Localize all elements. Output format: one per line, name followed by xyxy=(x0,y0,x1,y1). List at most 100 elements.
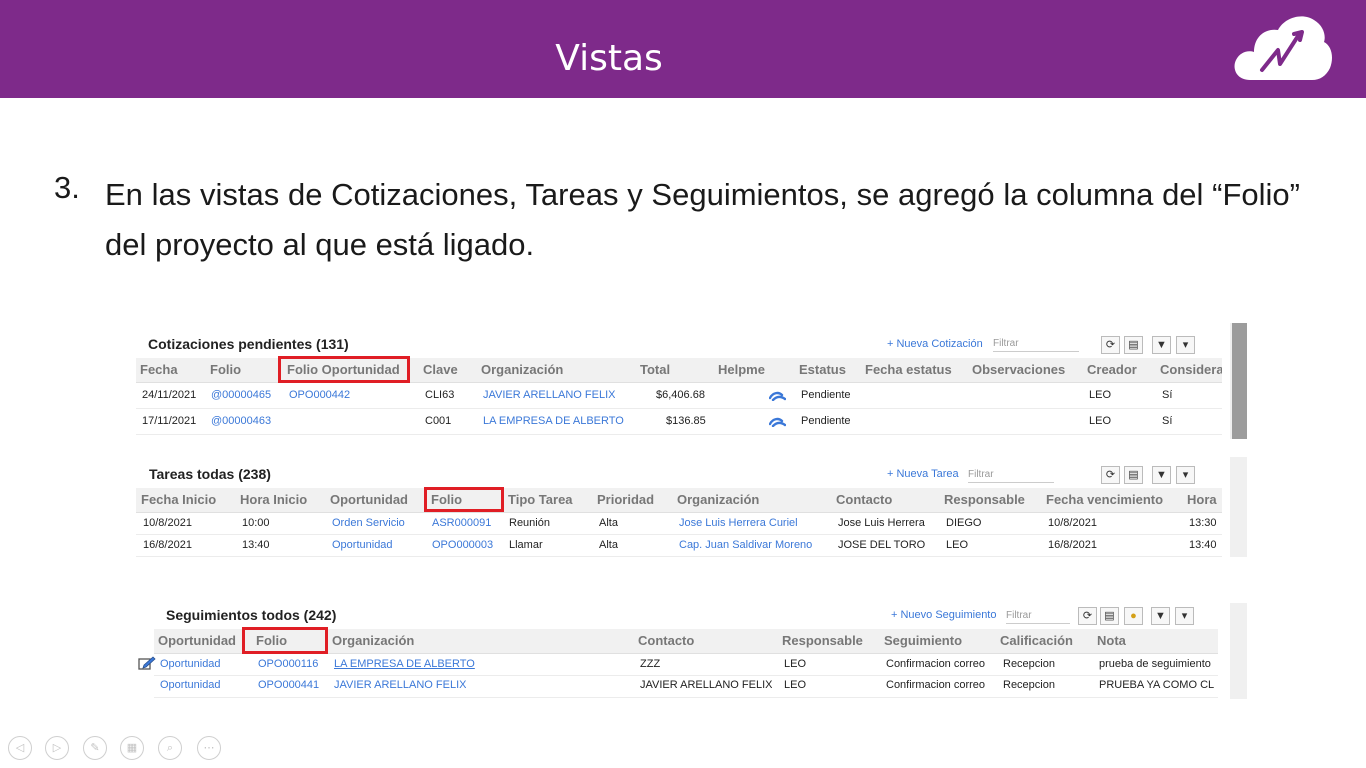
col-hora-inicio[interactable]: Hora Inicio xyxy=(240,492,307,507)
table-row[interactable]: Oportunidad OPO000441 JAVIER ARELLANO FE… xyxy=(154,676,1218,698)
seguimientos-title: Seguimientos todos (242) xyxy=(166,607,337,623)
chevron-down-icon[interactable]: ▾ xyxy=(1175,607,1194,625)
col-helpme[interactable]: Helpme xyxy=(718,362,765,377)
cell-nota: PRUEBA YA COMO CL xyxy=(1099,679,1215,691)
col-total[interactable]: Total xyxy=(640,362,670,377)
cell-oportunidad[interactable]: Oportunidad xyxy=(160,679,221,691)
swirl-icon[interactable] xyxy=(769,417,786,427)
chevron-down-icon[interactable]: ▾ xyxy=(1176,336,1195,354)
cell-fecha: 17/11/2021 xyxy=(142,415,197,427)
col-hora[interactable]: Hora xyxy=(1187,492,1217,507)
export-icon[interactable]: ▤ xyxy=(1124,336,1143,354)
cell-hora: 13:40 xyxy=(1189,539,1217,551)
tareas-filter-input[interactable]: Filtrar xyxy=(968,469,1054,483)
funnel-icon[interactable]: ▼ xyxy=(1152,336,1171,354)
cell-tipo: Llamar xyxy=(509,539,543,551)
col-responsable[interactable]: Responsable xyxy=(944,492,1025,507)
col-considera[interactable]: Considera xyxy=(1160,362,1222,377)
cell-organizacion[interactable]: JAVIER ARELLANO FELIX xyxy=(483,389,615,401)
col-oportunidad[interactable]: Oportunidad xyxy=(330,492,408,507)
col-fecha-inicio[interactable]: Fecha Inicio xyxy=(141,492,216,507)
tareas-title: Tareas todas (238) xyxy=(149,466,271,482)
chevron-down-icon[interactable]: ▾ xyxy=(1176,466,1195,484)
col-tipo-tarea[interactable]: Tipo Tarea xyxy=(508,492,573,507)
slides-grid-icon[interactable]: ▦ xyxy=(120,736,144,760)
col-creador[interactable]: Creador xyxy=(1087,362,1137,377)
refresh-icon[interactable]: ⟳ xyxy=(1078,607,1097,625)
previous-slide-icon[interactable]: ◁ xyxy=(8,736,32,760)
cell-creador: LEO xyxy=(1089,415,1112,427)
col-prioridad[interactable]: Prioridad xyxy=(597,492,654,507)
col-oportunidad[interactable]: Oportunidad xyxy=(158,633,236,648)
col-seguimiento[interactable]: Seguimiento xyxy=(884,633,962,648)
scrollbar-thumb[interactable] xyxy=(1232,323,1247,439)
new-tarea-link[interactable]: + Nueva Tarea xyxy=(887,468,959,480)
cell-oportunidad[interactable]: Orden Servicio xyxy=(332,517,405,529)
new-seguimiento-link[interactable]: + Nuevo Seguimiento xyxy=(891,609,996,621)
col-fecha-estatus[interactable]: Fecha estatus xyxy=(865,362,952,377)
refresh-icon[interactable]: ⟳ xyxy=(1101,466,1120,484)
col-fecha[interactable]: Fecha xyxy=(140,362,178,377)
next-slide-icon[interactable]: ▷ xyxy=(45,736,69,760)
cell-oportunidad[interactable]: Oportunidad xyxy=(160,658,221,670)
col-organizacion[interactable]: Organización xyxy=(677,492,759,507)
col-fecha-vencimiento[interactable]: Fecha vencimiento xyxy=(1046,492,1163,507)
more-options-icon[interactable]: ⋯ xyxy=(197,736,221,760)
col-organizacion[interactable]: Organización xyxy=(332,633,414,648)
cell-folio-oportunidad[interactable]: OPO000442 xyxy=(289,389,350,401)
cell-hora-inicio: 10:00 xyxy=(242,517,270,529)
funnel-icon[interactable]: ▼ xyxy=(1152,466,1171,484)
map-pin-icon[interactable]: ● xyxy=(1124,607,1143,625)
cell-organizacion[interactable]: Jose Luis Herrera Curiel xyxy=(679,517,798,529)
cell-responsable: LEO xyxy=(784,658,807,670)
cell-hora-inicio: 13:40 xyxy=(242,539,270,551)
cell-nota: prueba de seguimiento xyxy=(1099,658,1211,670)
cell-organizacion[interactable]: LA EMPRESA DE ALBERTO xyxy=(334,658,475,670)
cotizaciones-filter-input[interactable]: Filtrar xyxy=(993,338,1079,352)
col-organizacion[interactable]: Organización xyxy=(481,362,563,377)
highlight-box xyxy=(424,487,504,512)
cell-organizacion[interactable]: LA EMPRESA DE ALBERTO xyxy=(483,415,624,427)
col-calificacion[interactable]: Calificación xyxy=(1000,633,1073,648)
cell-organizacion[interactable]: Cap. Juan Saldivar Moreno xyxy=(679,539,812,551)
funnel-icon[interactable]: ▼ xyxy=(1151,607,1170,625)
cell-responsable: LEO xyxy=(784,679,807,691)
cell-oportunidad[interactable]: Oportunidad xyxy=(332,539,393,551)
cell-folio[interactable]: ASR000091 xyxy=(432,517,491,529)
col-responsable[interactable]: Responsable xyxy=(782,633,863,648)
tareas-scrollbar[interactable] xyxy=(1230,457,1247,557)
refresh-icon[interactable]: ⟳ xyxy=(1101,336,1120,354)
cotizaciones-scrollbar[interactable] xyxy=(1230,323,1247,439)
col-nota[interactable]: Nota xyxy=(1097,633,1126,648)
table-row[interactable]: 17/11/2021 @00000463 C001 LA EMPRESA DE … xyxy=(136,409,1222,435)
pen-icon[interactable]: ✎ xyxy=(83,736,107,760)
seguimientos-filter-input[interactable]: Filtrar xyxy=(1006,610,1070,624)
table-row[interactable]: 10/8/2021 10:00 Orden Servicio ASR000091… xyxy=(136,513,1222,535)
list-number: 3. xyxy=(54,170,80,205)
swirl-icon[interactable] xyxy=(769,391,786,401)
cell-vencimiento: 16/8/2021 xyxy=(1048,539,1097,551)
cell-folio[interactable]: OPO000116 xyxy=(258,658,318,670)
table-row[interactable]: Oportunidad OPO000116 LA EMPRESA DE ALBE… xyxy=(154,654,1218,676)
col-observaciones[interactable]: Observaciones xyxy=(972,362,1065,377)
export-icon[interactable]: ▤ xyxy=(1100,607,1119,625)
zoom-icon[interactable]: ⌕ xyxy=(158,736,182,760)
col-contacto[interactable]: Contacto xyxy=(638,633,694,648)
cell-folio[interactable]: @00000463 xyxy=(211,415,271,427)
cell-total: $6,406.68 xyxy=(656,389,705,401)
col-folio[interactable]: Folio xyxy=(210,362,241,377)
cell-folio[interactable]: OPO000441 xyxy=(258,679,319,691)
table-row[interactable]: 24/11/2021 @00000465 OPO000442 CLI63 JAV… xyxy=(136,383,1222,409)
new-cotizacion-link[interactable]: + Nueva Cotización xyxy=(887,338,983,350)
cell-contacto: ZZZ xyxy=(640,658,661,670)
seguimientos-scrollbar[interactable] xyxy=(1230,603,1247,699)
cell-folio[interactable]: @00000465 xyxy=(211,389,271,401)
cell-folio[interactable]: OPO000003 xyxy=(432,539,493,551)
col-contacto[interactable]: Contacto xyxy=(836,492,892,507)
col-estatus[interactable]: Estatus xyxy=(799,362,846,377)
export-icon[interactable]: ▤ xyxy=(1124,466,1143,484)
col-clave[interactable]: Clave xyxy=(423,362,458,377)
table-row[interactable]: 16/8/2021 13:40 Oportunidad OPO000003 Ll… xyxy=(136,535,1222,557)
cell-estatus: Pendiente xyxy=(801,389,851,401)
cell-organizacion[interactable]: JAVIER ARELLANO FELIX xyxy=(334,679,466,691)
